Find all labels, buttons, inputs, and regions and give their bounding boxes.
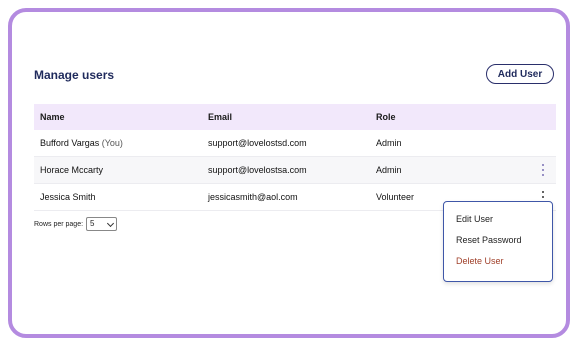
menu-item-edit-user[interactable]: Edit User [456,214,493,224]
rows-per-page-value: 5 [90,219,95,228]
rows-per-page-select[interactable]: 5 [86,217,117,231]
column-header-name: Name [40,112,65,122]
user-role: Volunteer [376,192,415,202]
users-table: Name Email Role Bufford Vargas (You) sup… [34,104,556,211]
page-title: Manage users [34,68,115,82]
user-name: Jessica Smith [40,192,96,202]
user-role: Admin [376,138,402,148]
user-email: support@lovelostsd.com [208,138,307,148]
user-name-cell: Bufford Vargas (You) [40,130,123,156]
menu-item-delete-user[interactable]: Delete User [456,256,504,266]
column-header-role: Role [376,112,396,122]
kebab-menu-icon[interactable] [540,164,546,176]
table-row: Bufford Vargas (You) support@lovelostsd.… [34,130,556,157]
user-email: jessicasmith@aol.com [208,192,298,202]
user-email: support@lovelostsa.com [208,165,307,175]
table-row: Horace Mccarty support@lovelostsa.com Ad… [34,157,556,184]
you-tag: (You) [101,138,123,148]
rows-per-page-label: Rows per page: [34,221,84,228]
user-role: Admin [376,165,402,175]
table-header: Name Email Role [34,104,556,130]
column-header-email: Email [208,112,233,122]
user-name: Bufford Vargas [40,138,100,148]
user-actions-menu: Edit User Reset Password Delete User [443,201,553,282]
add-user-button[interactable]: Add User [486,64,554,84]
chevron-down-icon [106,219,115,228]
user-name: Horace Mccarty [40,165,104,175]
menu-item-reset-password[interactable]: Reset Password [456,235,522,245]
